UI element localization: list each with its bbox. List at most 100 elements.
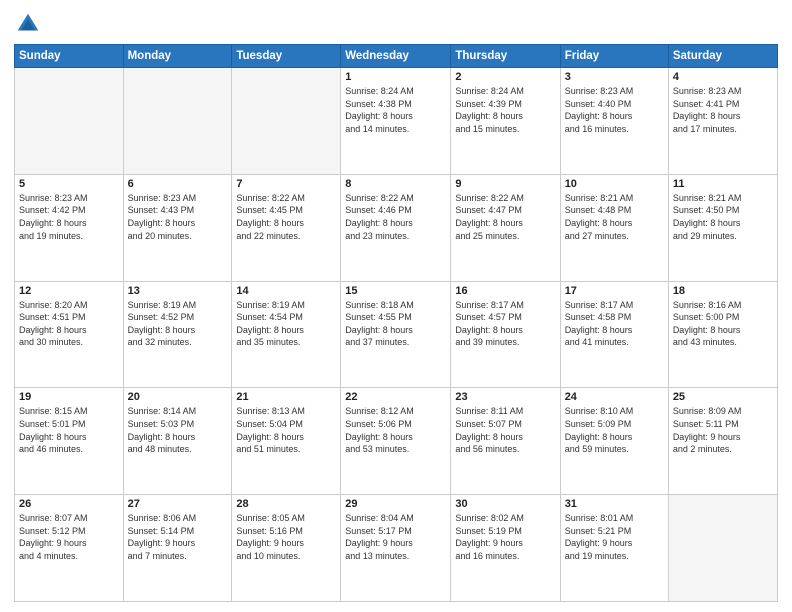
day-info: Sunrise: 8:21 AM Sunset: 4:48 PM Dayligh… [565, 192, 664, 242]
day-info: Sunrise: 8:09 AM Sunset: 5:11 PM Dayligh… [673, 405, 773, 455]
day-number: 22 [345, 391, 446, 403]
day-cell: 22 Sunrise: 8:12 AM Sunset: 5:06 PM Dayli… [341, 388, 451, 495]
day-number: 14 [236, 285, 336, 297]
day-cell: 17Sunrise: 8:17 AM Sunset: 4:58 PM Dayli… [560, 281, 668, 388]
week-row-1: 5Sunrise: 8:23 AM Sunset: 4:42 PM Daylig… [15, 174, 778, 281]
day-cell: 27 Sunrise: 8:06 AM Sunset: 5:14 PM Dayli… [123, 495, 232, 602]
day-info: Sunrise: 8:13 AM Sunset: 5:04 PM Dayligh… [236, 405, 336, 455]
day-number: 17 [565, 285, 664, 297]
calendar-body: 1 Sunrise: 8:24 AM Sunset: 4:38 PM Daylig… [15, 68, 778, 602]
day-number: 1 [345, 71, 446, 83]
week-row-0: 1 Sunrise: 8:24 AM Sunset: 4:38 PM Daylig… [15, 68, 778, 175]
day-cell: 4 Sunrise: 8:23 AM Sunset: 4:41 PM Daylig… [668, 68, 777, 175]
day-cell: 12Sunrise: 8:20 AM Sunset: 4:51 PM Dayli… [15, 281, 124, 388]
day-number: 8 [345, 178, 446, 190]
day-cell: 29Sunrise: 8:04 AM Sunset: 5:17 PM Dayli… [341, 495, 451, 602]
day-cell: 8 Sunrise: 8:22 AM Sunset: 4:46 PM Daylig… [341, 174, 451, 281]
day-info: Sunrise: 8:24 AM Sunset: 4:39 PM Dayligh… [455, 85, 555, 135]
day-cell: 14 Sunrise: 8:19 AM Sunset: 4:54 PM Dayli… [232, 281, 341, 388]
day-cell [668, 495, 777, 602]
day-cell: 3Sunrise: 8:23 AM Sunset: 4:40 PM Daylig… [560, 68, 668, 175]
day-number: 4 [673, 71, 773, 83]
day-info: Sunrise: 8:19 AM Sunset: 4:54 PM Dayligh… [236, 299, 336, 349]
day-cell [15, 68, 124, 175]
day-number: 25 [673, 391, 773, 403]
day-number: 20 [128, 391, 228, 403]
day-cell: 9 Sunrise: 8:22 AM Sunset: 4:47 PM Daylig… [451, 174, 560, 281]
day-cell: 18 Sunrise: 8:16 AM Sunset: 5:00 PM Dayli… [668, 281, 777, 388]
day-info: Sunrise: 8:16 AM Sunset: 5:00 PM Dayligh… [673, 299, 773, 349]
header-monday: Monday [123, 45, 232, 68]
day-cell: 5Sunrise: 8:23 AM Sunset: 4:42 PM Daylig… [15, 174, 124, 281]
day-info: Sunrise: 8:06 AM Sunset: 5:14 PM Dayligh… [128, 512, 228, 562]
day-info: Sunrise: 8:21 AM Sunset: 4:50 PM Dayligh… [673, 192, 773, 242]
day-cell: 11Sunrise: 8:21 AM Sunset: 4:50 PM Dayli… [668, 174, 777, 281]
day-cell: 28Sunrise: 8:05 AM Sunset: 5:16 PM Dayli… [232, 495, 341, 602]
calendar-header: Sunday Monday Tuesday Wednesday Thursday… [15, 45, 778, 68]
day-info: Sunrise: 8:17 AM Sunset: 4:57 PM Dayligh… [455, 299, 555, 349]
day-number: 23 [455, 391, 555, 403]
day-number: 31 [565, 498, 664, 510]
day-cell [123, 68, 232, 175]
day-info: Sunrise: 8:23 AM Sunset: 4:41 PM Dayligh… [673, 85, 773, 135]
day-number: 24 [565, 391, 664, 403]
day-info: Sunrise: 8:19 AM Sunset: 4:52 PM Dayligh… [128, 299, 228, 349]
header-friday: Friday [560, 45, 668, 68]
day-number: 19 [19, 391, 119, 403]
day-number: 7 [236, 178, 336, 190]
header-saturday: Saturday [668, 45, 777, 68]
day-cell [232, 68, 341, 175]
calendar-table: Sunday Monday Tuesday Wednesday Thursday… [14, 44, 778, 602]
day-number: 18 [673, 285, 773, 297]
day-number: 26 [19, 498, 119, 510]
day-number: 6 [128, 178, 228, 190]
week-row-3: 19 Sunrise: 8:15 AM Sunset: 5:01 PM Dayli… [15, 388, 778, 495]
logo-icon [14, 10, 42, 38]
day-number: 16 [455, 285, 555, 297]
day-info: Sunrise: 8:10 AM Sunset: 5:09 PM Dayligh… [565, 405, 664, 455]
header-thursday: Thursday [451, 45, 560, 68]
day-cell: 2 Sunrise: 8:24 AM Sunset: 4:39 PM Daylig… [451, 68, 560, 175]
day-number: 13 [128, 285, 228, 297]
header-sunday: Sunday [15, 45, 124, 68]
day-cell: 6 Sunrise: 8:23 AM Sunset: 4:43 PM Daylig… [123, 174, 232, 281]
day-cell: 19 Sunrise: 8:15 AM Sunset: 5:01 PM Dayli… [15, 388, 124, 495]
day-info: Sunrise: 8:22 AM Sunset: 4:47 PM Dayligh… [455, 192, 555, 242]
day-number: 2 [455, 71, 555, 83]
day-cell: 1 Sunrise: 8:24 AM Sunset: 4:38 PM Daylig… [341, 68, 451, 175]
header-wednesday: Wednesday [341, 45, 451, 68]
day-cell: 26 Sunrise: 8:07 AM Sunset: 5:12 PM Dayli… [15, 495, 124, 602]
day-info: Sunrise: 8:15 AM Sunset: 5:01 PM Dayligh… [19, 405, 119, 455]
day-cell: 23 Sunrise: 8:11 AM Sunset: 5:07 PM Dayli… [451, 388, 560, 495]
day-cell: 20 Sunrise: 8:14 AM Sunset: 5:03 PM Dayli… [123, 388, 232, 495]
week-row-2: 12Sunrise: 8:20 AM Sunset: 4:51 PM Dayli… [15, 281, 778, 388]
day-info: Sunrise: 8:07 AM Sunset: 5:12 PM Dayligh… [19, 512, 119, 562]
page-container: Sunday Monday Tuesday Wednesday Thursday… [0, 0, 792, 612]
day-cell: 31 Sunrise: 8:01 AM Sunset: 5:21 PM Dayli… [560, 495, 668, 602]
day-info: Sunrise: 8:01 AM Sunset: 5:21 PM Dayligh… [565, 512, 664, 562]
day-info: Sunrise: 8:23 AM Sunset: 4:43 PM Dayligh… [128, 192, 228, 242]
header-row: Sunday Monday Tuesday Wednesday Thursday… [15, 45, 778, 68]
header [14, 10, 778, 38]
day-number: 9 [455, 178, 555, 190]
week-row-4: 26 Sunrise: 8:07 AM Sunset: 5:12 PM Dayli… [15, 495, 778, 602]
day-cell: 10 Sunrise: 8:21 AM Sunset: 4:48 PM Dayli… [560, 174, 668, 281]
day-number: 3 [565, 71, 664, 83]
day-cell: 16 Sunrise: 8:17 AM Sunset: 4:57 PM Dayli… [451, 281, 560, 388]
day-info: Sunrise: 8:24 AM Sunset: 4:38 PM Dayligh… [345, 85, 446, 135]
day-number: 10 [565, 178, 664, 190]
day-info: Sunrise: 8:22 AM Sunset: 4:46 PM Dayligh… [345, 192, 446, 242]
day-info: Sunrise: 8:11 AM Sunset: 5:07 PM Dayligh… [455, 405, 555, 455]
day-info: Sunrise: 8:12 AM Sunset: 5:06 PM Dayligh… [345, 405, 446, 455]
day-info: Sunrise: 8:14 AM Sunset: 5:03 PM Dayligh… [128, 405, 228, 455]
day-number: 21 [236, 391, 336, 403]
day-cell: 13 Sunrise: 8:19 AM Sunset: 4:52 PM Dayli… [123, 281, 232, 388]
day-info: Sunrise: 8:04 AM Sunset: 5:17 PM Dayligh… [345, 512, 446, 562]
day-cell: 15 Sunrise: 8:18 AM Sunset: 4:55 PM Dayli… [341, 281, 451, 388]
day-info: Sunrise: 8:18 AM Sunset: 4:55 PM Dayligh… [345, 299, 446, 349]
day-number: 27 [128, 498, 228, 510]
day-info: Sunrise: 8:05 AM Sunset: 5:16 PM Dayligh… [236, 512, 336, 562]
logo [14, 10, 46, 38]
day-number: 15 [345, 285, 446, 297]
day-info: Sunrise: 8:23 AM Sunset: 4:42 PM Dayligh… [19, 192, 119, 242]
